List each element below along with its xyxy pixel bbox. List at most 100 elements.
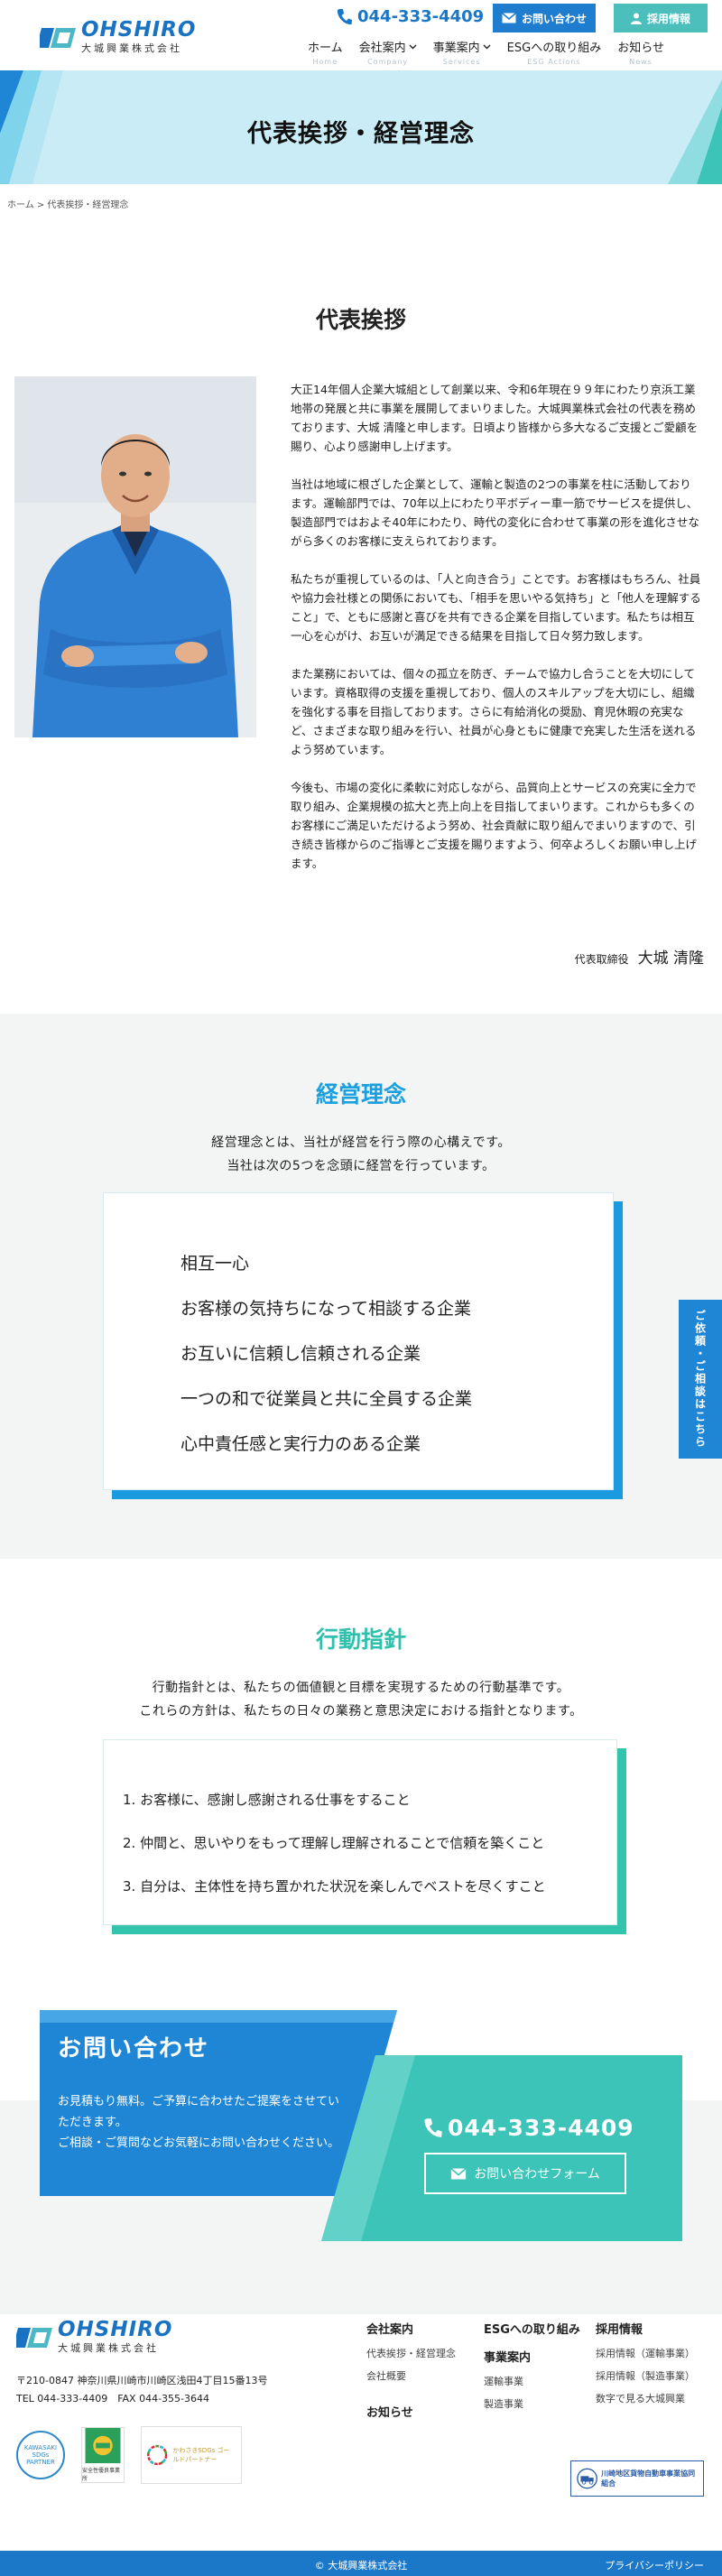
header-phone[interactable]: 044-333-4409 (336, 7, 484, 26)
site-header: OHSHIRO 大城興業株式会社 044-333-4409 お問い合わせ 採用情… (0, 0, 722, 70)
contact-text-line: お見積もり無料。ご予算に合わせたご提案をさせていただきます。 (58, 2095, 340, 2129)
philosophy-item: 一つの和で従業員と共に全員する企業 (180, 1389, 473, 1409)
breadcrumb[interactable]: ホーム > 代表挨拶・経営理念 (0, 184, 722, 223)
contact-phone-number: 044-333-4409 (448, 2115, 634, 2141)
contact-text-line: ご相談・ご質問などお気軽にお問い合わせください。 (58, 2136, 340, 2150)
philosophy-section: 経営理念 経営理念とは、当社が経営を行う際の心構えです。 当社は次の5つを念頭に… (0, 1014, 722, 1559)
action-item: 1. お客様に、感謝し感謝される仕事をすること (123, 1792, 411, 1808)
footer-link[interactable]: 数字で見る大城興業 (596, 2391, 695, 2405)
logo-name-jp: 大城興業株式会社 (81, 42, 182, 54)
nav-item-home[interactable]: ホーム Home (300, 38, 351, 66)
nav-label-company: 会社案内 (358, 42, 406, 55)
footer-col-heading[interactable]: 事業案内 (484, 2348, 580, 2365)
logo-mark-icon (16, 2327, 52, 2348)
nav-item-services[interactable]: 事業案内 Services (425, 38, 499, 66)
contact-title: お問い合わせ (58, 2035, 210, 2062)
recruit-button-label: 採用情報 (646, 12, 690, 25)
nav-label-esg: ESGへの取り組み (506, 42, 602, 55)
signature: 代表取締役 大城 清隆 (575, 945, 704, 968)
philosophy-item: 相互一心 (180, 1254, 250, 1274)
footer-col-company: 会社案内 代表挨拶・経営理念 会社概要 お知らせ (366, 2320, 456, 2429)
footer-col-heading[interactable]: 会社案内 (366, 2320, 456, 2337)
philosophy-intro-line: 当社は次の5つを念頭に経営を行っています。 (227, 1159, 495, 1173)
greeting-paragraph: 大正14年個人企業大城組として創業以来、令和6年現在９９年にわたり京浜工業地帯の… (291, 383, 699, 453)
contact-button[interactable]: お問い合わせ (493, 4, 596, 32)
mail-icon (450, 2167, 467, 2179)
footer-link[interactable]: 運輸事業 (484, 2374, 580, 2388)
action-item: 2. 仲間と、思いやりをもって理解し理解されることで信頼を築くこと (123, 1835, 545, 1851)
logo-mark-icon (40, 27, 76, 48)
footer-address-line: 〒210-0847 神奈川県川崎市川崎区浅田4丁目15番13号 (16, 2375, 268, 2386)
greeting-paragraph: 当社は地域に根ざした企業として、運輸と製造の2つの事業を柱に活動しております。運… (291, 477, 699, 548)
footer-address: 〒210-0847 神奈川県川崎市川崎区浅田4丁目15番13号 TEL 044-… (16, 2372, 267, 2408)
logo[interactable]: OHSHIRO 大城興業株式会社 (40, 20, 196, 55)
footer-col-recruit: 採用情報 採用情報（運輸事業） 採用情報（製造事業） 数字で見る大城興業 (596, 2320, 695, 2414)
footer-col-esg: ESGへの取り組み 事業案内 運輸事業 製造事業 (484, 2320, 580, 2419)
phone-icon (424, 2117, 442, 2137)
signature-name: 大城 清隆 (637, 950, 704, 968)
philosophy-item: お互いに信頼し信頼される企業 (180, 1344, 421, 1364)
side-contact-tab[interactable]: ご依頼・ご相談はこちら (679, 1300, 722, 1459)
greeting-title: 代表挨拶 (315, 307, 406, 333)
footer-link[interactable]: 代表挨拶・経営理念 (366, 2346, 456, 2360)
person-icon (630, 13, 642, 24)
footer-logo[interactable]: OHSHIRO 大城興業株式会社 (16, 2320, 172, 2355)
nav-sub-home: Home (312, 58, 338, 66)
contact-form-button[interactable]: お問い合わせフォーム (424, 2153, 626, 2194)
signature-role: 代表取締役 (574, 953, 629, 966)
nav-label-services: 事業案内 (432, 42, 480, 55)
greeting-paragraph: 私たちが重視しているのは、「人と向き合う」ことです。お客様はもちろん、社員や協力… (291, 572, 701, 643)
sdgs-wheel-icon (147, 2444, 168, 2466)
page-title: 代表挨拶・経営理念 (247, 120, 475, 148)
privacy-link[interactable]: プライバシーポリシー (605, 2558, 704, 2572)
footer-link[interactable]: 会社概要 (366, 2368, 456, 2383)
main-nav: ホーム Home 会社案内 Company 事業案内 Services ESGへ… (300, 38, 672, 66)
nav-sub-services: Services (442, 58, 481, 66)
safety-mark-icon (85, 2428, 121, 2463)
nav-label-news: お知らせ (617, 42, 664, 55)
footer-col-heading[interactable]: ESGへの取り組み (484, 2320, 580, 2337)
recruit-button[interactable]: 採用情報 (614, 4, 708, 32)
footer-link[interactable]: 採用情報（運輸事業） (596, 2346, 695, 2360)
greeting-paragraph: また業務においては、個々の孤立を防ぎ、チームで協力し合うことを大切にしています。… (291, 667, 697, 756)
contact-form-button-label: お問い合わせフォーム (474, 2167, 600, 2182)
footer-link[interactable]: 採用情報（製造事業） (596, 2368, 695, 2383)
footer-tel-fax: TEL 044-333-4409 FAX 044-355-3644 (16, 2393, 210, 2405)
nav-item-esg[interactable]: ESGへの取り組み ESG Actions (499, 38, 610, 66)
philosophy-intro: 経営理念とは、当社が経営を行う際の心構えです。 当社は次の5つを念頭に経営を行っ… (0, 1131, 722, 1178)
action-intro: 行動指針とは、私たちの価値観と目標を実現するための行動基準です。 これらの方針は… (0, 1676, 722, 1723)
safety-badge-text: 安全性優良事業所 (82, 2468, 121, 2482)
footer-col-heading[interactable]: お知らせ (366, 2403, 456, 2420)
sdgs-partner-badge-text: KAWASAKI SDGs PARTNER (23, 2444, 58, 2466)
contact-phone[interactable]: 044-333-4409 (422, 2115, 634, 2141)
truck-icon (577, 2468, 597, 2489)
greeting-body: 大正14年個人企業大城組として創業以来、令和6年現在９９年にわたり京浜工業地帯の… (291, 380, 702, 892)
header-phone-number: 044-333-4409 (357, 7, 485, 26)
contact-button-label: お問い合わせ (521, 12, 587, 25)
sdgs-partner-badge: KAWASAKI SDGs PARTNER (16, 2431, 65, 2479)
footer-link[interactable]: 製造事業 (484, 2396, 580, 2411)
contact-section: お問い合わせ お見積もり無料。ご予算に合わせたご提案をさせていただきます。 ご相… (0, 2010, 722, 2314)
action-section: 行動指針 行動指針とは、私たちの価値観と目標を実現するための行動基準です。 これ… (0, 1559, 722, 2010)
sdgs-gold-badge: かわさきSDGs ゴールドパートナー (141, 2426, 242, 2484)
nav-item-company[interactable]: 会社案内 Company (351, 38, 425, 66)
action-intro-line: 行動指針とは、私たちの価値観と目標を実現するための行動基準です。 (152, 1681, 570, 1695)
philosophy-item: 心中責任感と実行力のある企業 (180, 1434, 421, 1454)
action-intro-line: これらの方針は、私たちの日々の業務と意思決定における指針となります。 (139, 1704, 583, 1719)
chevron-down-icon (409, 44, 417, 49)
footer-logo-jp: 大城興業株式会社 (58, 2342, 159, 2354)
philosophy-title: 経営理念 (315, 1081, 406, 1107)
footer-bar: © 大城興業株式会社 プライバシーポリシー (0, 2551, 722, 2576)
president-photo (14, 376, 256, 737)
safety-badge: 安全性優良事業所 (81, 2427, 125, 2483)
association-badge: 川崎地区貨物自動車事業協同組合 (570, 2460, 704, 2497)
nav-sub-news: News (629, 58, 653, 66)
action-box (103, 1739, 617, 1925)
greeting-paragraph: 今後も、市場の変化に柔軟に対応しながら、品質向上とサービスの充実に全力で取り組み… (291, 781, 698, 870)
nav-sub-company: Company (367, 58, 409, 66)
footer-badges: KAWASAKI SDGs PARTNER 安全性優良事業所 かわさきSDGs … (16, 2426, 242, 2484)
nav-label-home: ホーム (308, 42, 343, 55)
sdgs-gold-badge-text: かわさきSDGs ゴールドパートナー (172, 2447, 230, 2463)
footer-col-heading[interactable]: 採用情報 (596, 2320, 695, 2337)
nav-item-news[interactable]: お知らせ News (609, 38, 672, 66)
